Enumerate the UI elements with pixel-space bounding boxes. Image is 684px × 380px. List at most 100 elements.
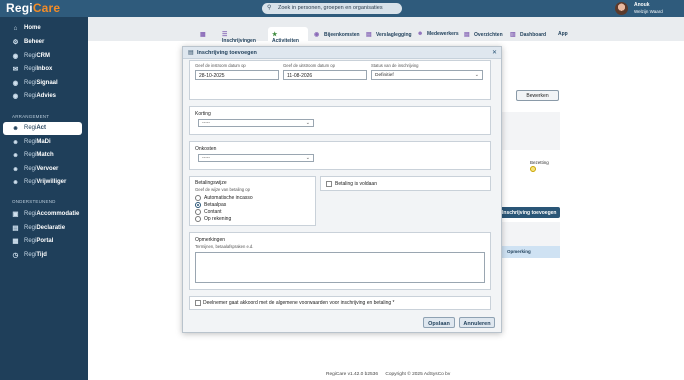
opmerking-column-header: Opmerking	[500, 246, 560, 258]
onkosten-section: Onkosten ----- ⌄	[189, 141, 491, 170]
search-placeholder: Zoek in personen, groepen en organisatie…	[278, 5, 383, 11]
sidebar-item-signaal[interactable]: ◉ RegiSignaal	[3, 77, 82, 90]
sidebar-item-accommodatie[interactable]: ▣ RegiAccommodatie	[3, 208, 82, 221]
radio-button[interactable]	[195, 195, 201, 201]
korting-label: Korting	[195, 111, 211, 117]
sidebar-item-crm[interactable]: ◉ RegiCRM	[3, 50, 82, 63]
end-date-field[interactable]: 11-08-2026	[283, 70, 367, 80]
gear-icon: ⚙	[12, 39, 19, 46]
sidebar-item-beheer[interactable]: ⚙ Beheer	[3, 36, 82, 49]
sidebar-item-home[interactable]: ⌂ Home	[3, 22, 82, 35]
onkosten-label: Onkosten	[195, 146, 217, 152]
tab-overzichten[interactable]: ▤ Overzichten	[464, 27, 506, 41]
betaling-voldaan-section: Betaling is voldaan	[320, 176, 491, 191]
betalingswijze-section: Betalingswijze Geef de wijze van betalin…	[189, 176, 316, 226]
building-icon: ▣	[12, 211, 19, 218]
betalingswijze-label: Betalingswijze	[195, 180, 227, 186]
korting-value: -----	[202, 121, 210, 126]
user-organisation: Welzijn Waard	[634, 9, 663, 14]
signal-icon: ◉	[12, 80, 19, 87]
search-icon: ⚲	[267, 5, 272, 11]
opmerkingen-label: Opmerkingen	[195, 237, 226, 243]
people-icon: ☻	[12, 139, 19, 146]
bezetting-label: Bezetting	[530, 160, 549, 165]
close-icon[interactable]: ✕	[492, 49, 497, 56]
people-icon: ☻	[12, 166, 19, 173]
activity-icon: ★	[272, 32, 278, 38]
dialog-title: Inschrijving toevoegen	[197, 50, 257, 56]
akkoord-section: Deelnemer gaat akkoord met de algemene v…	[189, 296, 491, 310]
radio-button-selected[interactable]	[195, 202, 201, 208]
tab-app[interactable]: App	[558, 27, 572, 41]
chevron-down-icon: ⌄	[305, 155, 310, 161]
add-registration-button[interactable]: Inschrijving toevoegen	[496, 207, 560, 218]
sidebar-item-declaratie[interactable]: ▤ RegiDeclaratie	[3, 222, 82, 235]
onkosten-select[interactable]: ----- ⌄	[198, 154, 314, 162]
footer-copyright: Copyright © 2025 AdSysCo bv	[385, 372, 451, 377]
radio-contant[interactable]: Contant	[195, 209, 222, 215]
akkoord-checkbox[interactable]	[195, 300, 201, 306]
overview-icon: ▤	[464, 32, 470, 38]
radio-automatische-incasso[interactable]: Automatische incasso	[195, 195, 253, 201]
korting-section: Korting ----- ⌄	[189, 106, 491, 135]
sidebar-item-act[interactable]: ☻ RegiAct	[3, 122, 82, 135]
sidebar-item-match[interactable]: ☻ RegiMatch	[3, 149, 82, 162]
tab-inschrijvingen[interactable]: ☰Inschrijvingen	[222, 27, 264, 44]
tab-activiteiten[interactable]: ★Activiteiten	[268, 27, 308, 44]
tab-grid[interactable]: ▦	[200, 27, 214, 41]
inbox-icon: ✉	[12, 66, 19, 73]
betaling-voldaan-checkbox[interactable]	[326, 181, 332, 187]
form-icon: ▤	[188, 50, 194, 56]
sidebar-item-inbox[interactable]: ✉ RegiInbox	[3, 63, 82, 76]
sidebar-item-tijd[interactable]: ◷ RegiTijd	[3, 249, 82, 262]
dates-section: Geef de instroom datum op 28-10-2025 Gee…	[189, 60, 491, 100]
radio-button[interactable]	[195, 209, 201, 215]
tab-bijeenkomsten[interactable]: ◉ Bijeenkomsten	[314, 27, 362, 41]
cancel-button[interactable]: Annuleren	[459, 317, 495, 328]
betalingswijze-hint: Geef de wijze van betaling op	[195, 187, 250, 192]
sidebar-item-vrijwilliger[interactable]: ☻ RegiVrijwilliger	[3, 176, 82, 189]
status-select[interactable]: Definitief ⌄	[371, 70, 483, 80]
dialog-header: ▤ Inschrijving toevoegen ✕	[183, 47, 501, 59]
betaling-voldaan-label: Betaling is voldaan	[335, 181, 377, 187]
akkoord-label: Deelnemer gaat akkoord met de algemene v…	[203, 300, 395, 306]
radio-op-rekening[interactable]: Op rekening	[195, 216, 231, 222]
sidebar-item-madi[interactable]: ☻ RegiMaDi	[3, 136, 82, 149]
advice-icon: ◉	[12, 93, 19, 100]
opmerkingen-hint: Termijnen, betaalafspraken e.d.	[195, 244, 254, 249]
app-logo[interactable]: RegiCare	[6, 1, 60, 15]
search-input[interactable]: ⚲ Zoek in personen, groepen en organisat…	[262, 3, 402, 14]
tab-dashboard[interactable]: ▥ Dashboard	[510, 27, 552, 41]
chevron-down-icon: ⌄	[305, 120, 310, 126]
tab-medewerkers[interactable]: ☻ Medewerkers	[417, 27, 461, 41]
sidebar-item-portal[interactable]: ▦ RegiPortal	[3, 235, 82, 248]
top-bar: RegiCare ⚲ Zoek in personen, groepen en …	[0, 0, 684, 17]
status-label: Status van de inschrijving	[371, 63, 419, 68]
report-icon: ▤	[366, 32, 372, 38]
sidebar-item-vervoer[interactable]: ☻ RegiVervoer	[3, 163, 82, 176]
dashboard-icon: ▥	[510, 32, 516, 38]
korting-select[interactable]: ----- ⌄	[198, 119, 314, 127]
sidebar-item-advies[interactable]: ◉ RegiAdvies	[3, 90, 82, 103]
save-button[interactable]: Opslaan	[423, 317, 455, 328]
edit-button[interactable]: Bewerken	[516, 90, 559, 101]
grid-icon: ▦	[200, 32, 206, 38]
avatar[interactable]	[615, 2, 628, 15]
clock-icon: ◷	[12, 252, 19, 259]
tab-verslaglegging[interactable]: ▤ Verslaglegging	[366, 27, 414, 41]
document-icon: ▤	[12, 225, 19, 232]
add-registration-dialog: ▤ Inschrijving toevoegen ✕ Geef de instr…	[182, 46, 502, 333]
radio-button[interactable]	[195, 216, 201, 222]
meeting-icon: ◉	[314, 32, 320, 38]
end-date-label: Geef de uitstroom datum op	[283, 63, 335, 68]
list-icon: ☰	[222, 32, 228, 38]
radio-betaalpas[interactable]: Betaalpas	[195, 202, 226, 208]
onkosten-value: -----	[202, 156, 210, 161]
opmerkingen-section: Opmerkingen Termijnen, betaalafspraken e…	[189, 232, 491, 290]
summary-panel	[500, 112, 560, 150]
opmerkingen-textarea[interactable]	[195, 252, 485, 283]
user-name[interactable]: Anouk	[634, 2, 650, 8]
people-icon: ☻	[12, 179, 19, 186]
start-date-field[interactable]: 28-10-2025	[195, 70, 279, 80]
bezetting-indicator	[530, 166, 536, 172]
